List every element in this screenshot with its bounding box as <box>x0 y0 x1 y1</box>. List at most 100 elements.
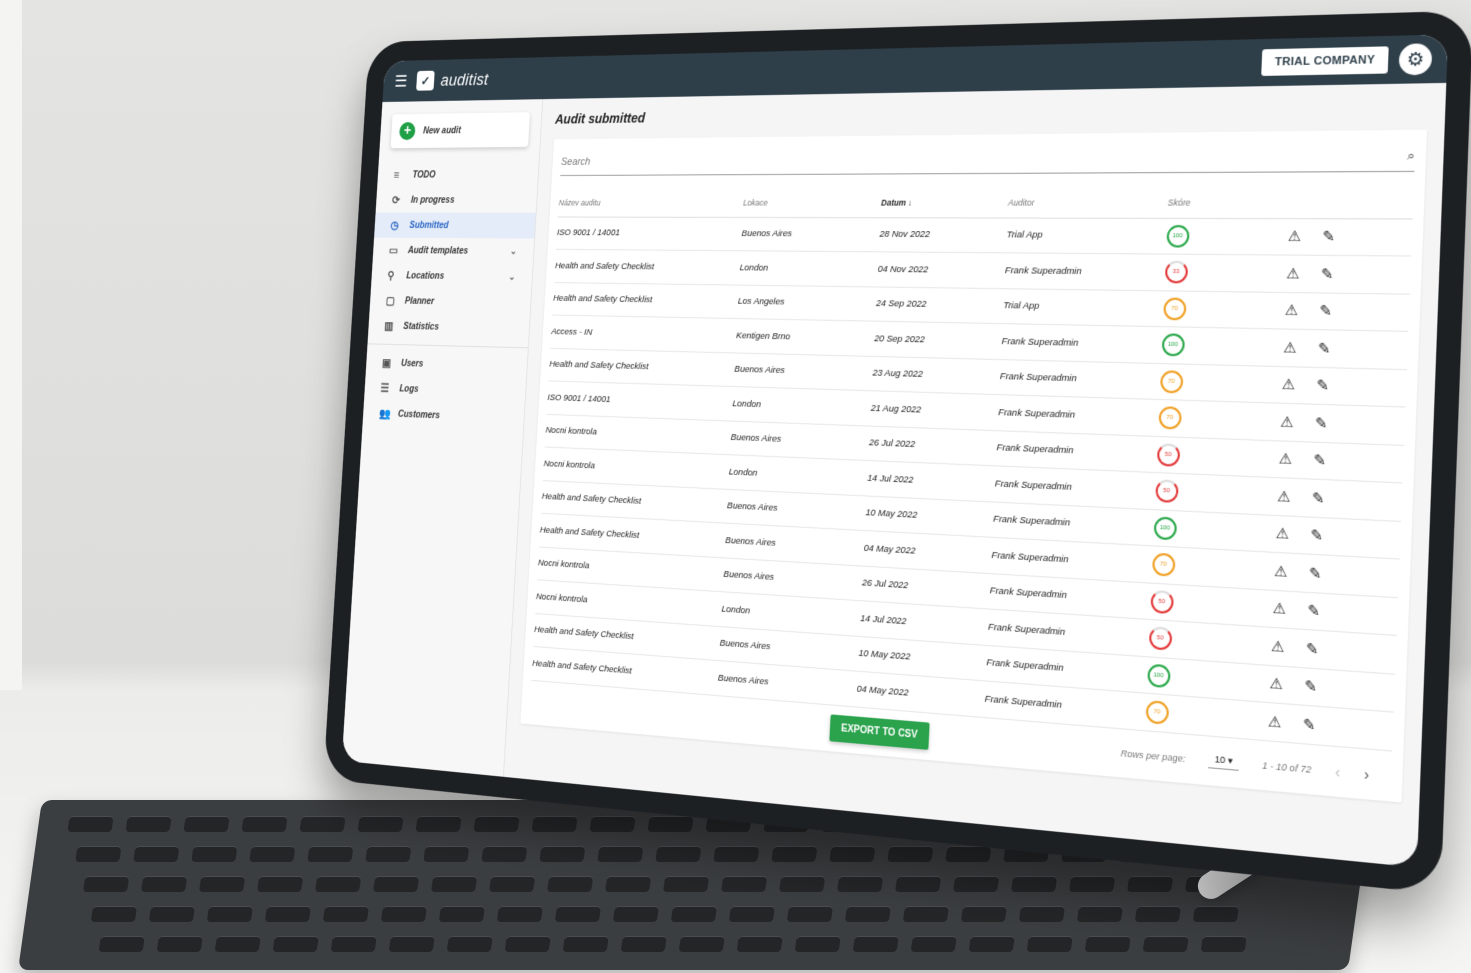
cell-date: 20 Sep 2022 <box>873 321 1003 360</box>
keyboard-key <box>895 876 942 892</box>
search-input[interactable]: Search <box>561 149 1408 167</box>
keyboard-key <box>148 906 196 922</box>
warning-triangle-icon[interactable]: ⚠ <box>1262 599 1297 618</box>
cell-location: Kentigen Brno <box>735 318 876 356</box>
main-content: Audit submitted Search ⌕ Název auditu Lo… <box>504 83 1446 868</box>
pencil-edit-icon[interactable]: ✎ <box>1296 601 1331 620</box>
warning-triangle-icon[interactable]: ⚠ <box>1274 301 1309 319</box>
keyboard-key <box>315 876 362 892</box>
nav-divider <box>367 343 528 349</box>
warning-triangle-icon[interactable]: ⚠ <box>1265 524 1300 543</box>
score-badge: 33 <box>1164 260 1188 284</box>
cell-score: 100 <box>1152 509 1266 552</box>
keyboard-key <box>67 816 114 832</box>
score-badge: 70 <box>1159 369 1183 394</box>
warning-triangle-icon[interactable]: ⚠ <box>1271 375 1306 393</box>
score-badge: 100 <box>1165 224 1190 248</box>
keyboard-key <box>1026 936 1073 952</box>
keyboard-key <box>794 936 841 952</box>
search-field[interactable]: Search ⌕ <box>560 140 1416 176</box>
warning-triangle-icon[interactable]: ⚠ <box>1268 450 1303 468</box>
cell-score: 70 <box>1157 399 1271 441</box>
pencil-edit-icon[interactable]: ✎ <box>1302 451 1337 469</box>
keyboard-key <box>156 936 203 952</box>
pencil-edit-icon[interactable]: ✎ <box>1298 563 1333 582</box>
keyboard-key <box>670 906 718 922</box>
company-button[interactable]: TRIAL COMPANY <box>1261 46 1389 76</box>
keyboard-key <box>388 936 435 952</box>
menu-icon[interactable]: ☰ <box>394 72 408 91</box>
warning-triangle-icon[interactable]: ⚠ <box>1259 674 1294 694</box>
new-audit-label: New audit <box>422 125 462 136</box>
keyboard-key <box>415 816 462 832</box>
sidebar-item-planner[interactable]: ▢ Planner <box>369 288 531 316</box>
calendar-icon: ▢ <box>385 294 396 308</box>
pencil-edit-icon[interactable]: ✎ <box>1293 676 1328 696</box>
next-page-icon[interactable]: › <box>1364 765 1370 783</box>
sidebar-item-customers[interactable]: 👥 Customers <box>362 400 524 432</box>
score-badge: 100 <box>1146 663 1171 688</box>
keyboard-key <box>620 936 667 952</box>
column-header-location[interactable]: Lokace <box>742 188 882 218</box>
rows-per-page-label: Rows per page: <box>1120 747 1186 764</box>
warning-triangle-icon[interactable]: ⚠ <box>1257 712 1292 732</box>
sidebar-item-label: Planner <box>404 295 435 307</box>
pencil-edit-icon[interactable]: ✎ <box>1292 714 1327 734</box>
rows-per-page-select[interactable]: 10 ▾ <box>1208 752 1240 771</box>
prev-page-icon[interactable]: ‹ <box>1335 763 1341 781</box>
keyboard-key <box>945 846 992 862</box>
column-header-score[interactable]: Skóre <box>1167 187 1280 219</box>
column-header-name[interactable]: Název auditu <box>557 188 744 217</box>
export-csv-button[interactable]: EXPORT TO CSV <box>829 714 930 750</box>
gear-icon[interactable]: ⚙ <box>1398 43 1433 76</box>
pencil-edit-icon[interactable]: ✎ <box>1309 302 1344 319</box>
score-badge: 70 <box>1162 297 1187 321</box>
warning-triangle-icon[interactable]: ⚠ <box>1272 338 1307 356</box>
pencil-edit-icon[interactable]: ✎ <box>1312 228 1347 245</box>
warning-triangle-icon[interactable]: ⚠ <box>1276 265 1311 282</box>
sidebar-item-todo[interactable]: ≡ TODO <box>377 161 539 187</box>
chevron-down-icon[interactable]: ⌄ <box>510 246 517 256</box>
sidebar-item-submitted[interactable]: ◷ Submitted <box>374 212 536 239</box>
warning-triangle-icon[interactable]: ⚠ <box>1266 487 1301 505</box>
cell-actions: ⚠ ✎ <box>1267 440 1404 483</box>
keyboard-key <box>1076 906 1124 922</box>
warning-triangle-icon[interactable]: ⚠ <box>1263 562 1298 581</box>
keyboard-key <box>214 936 261 952</box>
pencil-edit-icon[interactable]: ✎ <box>1295 639 1330 658</box>
chevron-down-icon[interactable]: ⌄ <box>508 272 515 282</box>
sidebar-item-statistics[interactable]: ▥ Statistics <box>368 313 530 342</box>
cell-name: ISO 9001 / 14001 <box>556 216 743 251</box>
sidebar-item-label: Statistics <box>403 321 440 332</box>
warning-triangle-icon[interactable]: ⚠ <box>1269 413 1304 431</box>
new-audit-button[interactable]: + New audit <box>390 112 531 149</box>
sidebar-item-locations[interactable]: ⚲ Locations ⌄ <box>371 263 533 290</box>
warning-triangle-icon[interactable]: ⚠ <box>1277 228 1312 245</box>
warning-triangle-icon[interactable]: ⚠ <box>1260 636 1295 655</box>
keyboard-key <box>531 816 578 832</box>
pencil-edit-icon[interactable]: ✎ <box>1299 526 1334 545</box>
pencil-edit-icon[interactable]: ✎ <box>1306 376 1341 394</box>
keyboard-key <box>902 906 950 922</box>
keyboard-key <box>241 816 288 832</box>
sidebar-item-in-progress[interactable]: ⟳ In progress <box>376 187 538 213</box>
pencil-edit-icon[interactable]: ✎ <box>1307 339 1342 357</box>
pencil-edit-icon[interactable]: ✎ <box>1301 488 1336 506</box>
column-header-date-label: Datum <box>880 197 907 208</box>
pencil-edit-icon[interactable]: ✎ <box>1310 265 1345 282</box>
keyboard-key <box>1127 876 1174 892</box>
column-header-date[interactable]: Datum ↓ <box>880 187 1009 218</box>
cell-date: 26 Jul 2022 <box>868 425 998 466</box>
keyboard-key <box>539 846 586 862</box>
keyboard-key <box>829 846 876 862</box>
column-header-auditor[interactable]: Auditor <box>1007 187 1169 218</box>
people-icon: 👥 <box>378 406 392 421</box>
audits-table: Název auditu Lokace Datum ↓ Auditor Skór… <box>531 186 1414 751</box>
pencil-edit-icon[interactable]: ✎ <box>1304 414 1339 432</box>
keyboard-key <box>678 936 725 952</box>
keyboard-key <box>264 906 312 922</box>
sidebar-item-audit-templates[interactable]: ▭ Audit templates ⌄ <box>373 238 535 265</box>
keyboard-key <box>786 906 834 922</box>
keyboard-key <box>481 846 528 862</box>
search-icon[interactable]: ⌕ <box>1407 147 1416 164</box>
